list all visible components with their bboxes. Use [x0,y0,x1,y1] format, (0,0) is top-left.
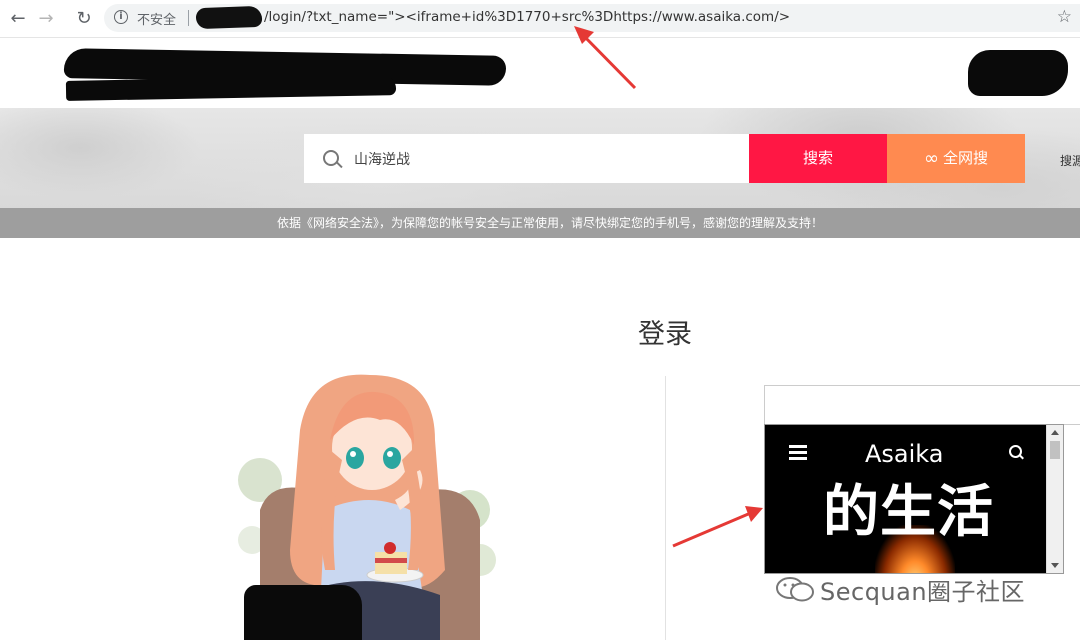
page-title: 登录 [638,319,692,350]
redacted-block [244,585,362,640]
watermark-text: Secquan圈子社区 [820,577,1026,606]
notice-bar: 依据《网络安全法》，为保障您的帐号安全与正常使用，请尽快绑定您的手机号，感谢您的… [0,208,1080,238]
reload-icon[interactable]: ↻ [72,6,96,30]
scroll-thumb[interactable] [1050,441,1060,459]
iframe-headline: 的生活 [823,480,994,545]
search-button[interactable]: 搜索 [749,134,887,183]
hamburger-menu-icon[interactable] [789,445,807,463]
iframe-scrollbar[interactable] [1046,425,1063,573]
redacted-user-area [968,50,1068,96]
back-arrow-icon[interactable]: ← [6,6,30,30]
divider [188,10,189,26]
infinity-icon: ∞ [923,148,939,169]
url-text[interactable]: /login/?txt_name="><iframe+id%3D1770+src… [264,9,790,25]
search-source-link[interactable]: 搜源 [1060,152,1080,169]
iframe-site-name: Asaika [865,440,944,468]
forward-arrow-icon[interactable]: → [34,6,58,30]
info-icon[interactable]: i [114,10,128,24]
redacted-host [195,5,263,30]
arrow-to-url-icon [574,26,637,90]
watermark: Secquan圈子社区 [770,574,1026,606]
search-banner: 山海逆战 搜索 ∞ 全网搜 搜源 [0,108,1080,208]
search-icon [323,150,339,166]
bookmark-star-icon[interactable]: ☆ [1057,7,1072,27]
injected-iframe[interactable]: Asaika 的生活 [764,424,1064,574]
scroll-down-icon[interactable] [1051,563,1059,568]
arrow-to-iframe-icon [672,506,763,548]
all-web-search-button[interactable]: ∞ 全网搜 [887,134,1025,183]
search-input[interactable]: 山海逆战 [304,134,749,183]
security-label: 不安全 [137,13,177,28]
iframe-frame-top [764,385,1080,425]
browser-toolbar: ← → ↻ i 不安全 /login/?txt_name="><iframe+i… [0,0,1080,38]
all-web-search-label: 全网搜 [942,149,988,167]
search-icon[interactable] [1009,445,1022,458]
scroll-up-icon[interactable] [1051,430,1059,435]
search-query: 山海逆战 [354,152,410,168]
notice-text: 依据《网络安全法》，为保障您的帐号安全与正常使用，请尽快绑定您的手机号，感谢您的… [276,216,823,230]
wechat-icon [776,577,814,602]
